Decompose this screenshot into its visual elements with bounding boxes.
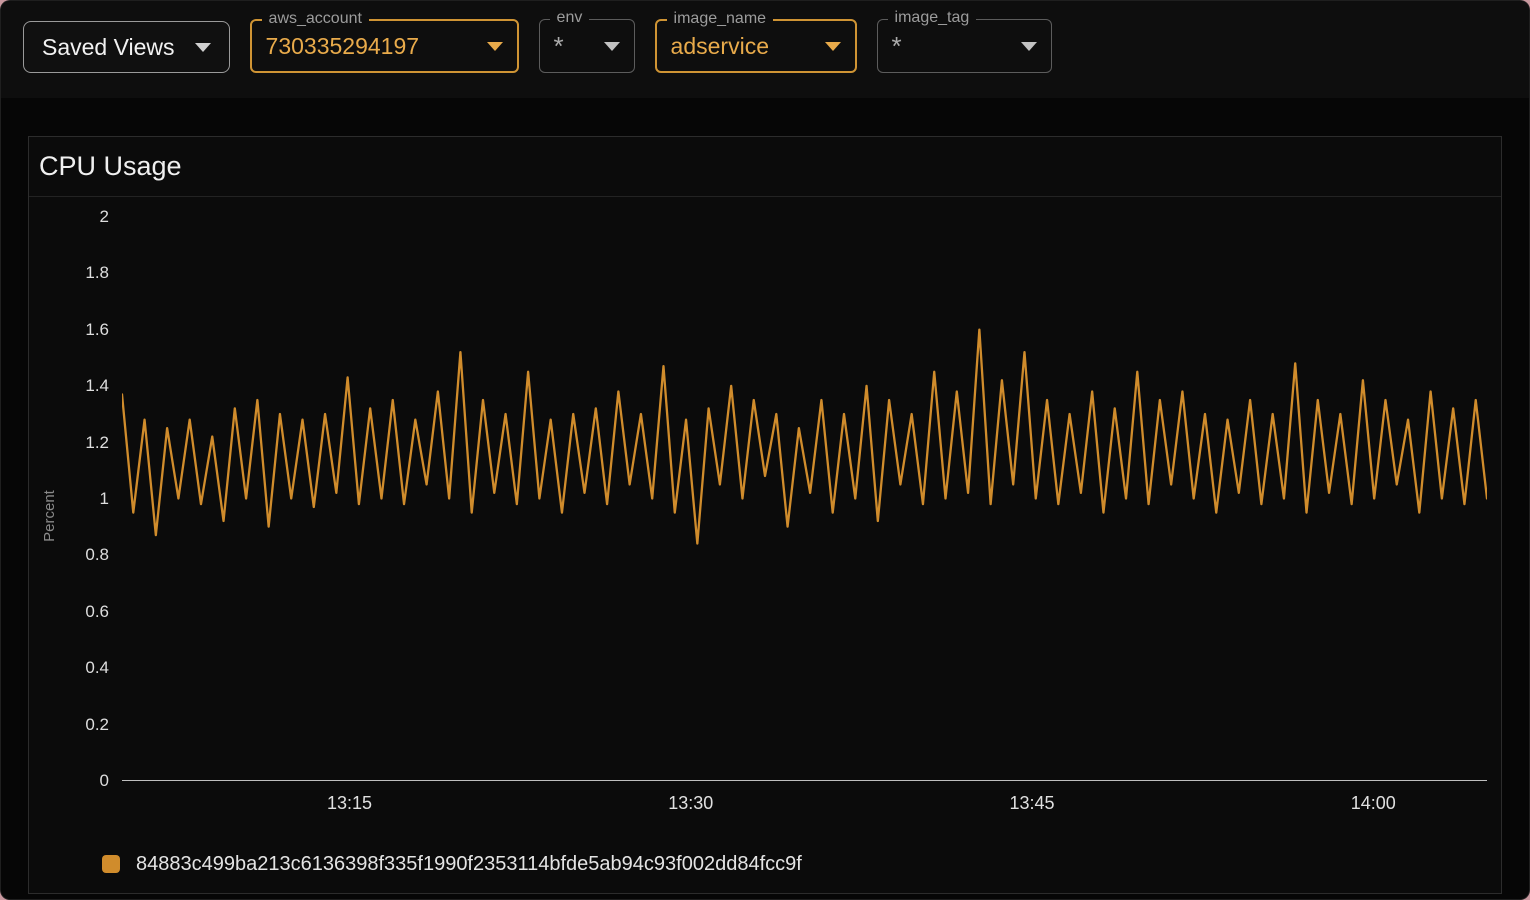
- y-tick-label: 1.4: [85, 376, 109, 396]
- x-axis-ticks: 13:15 13:30 13:45 14:00: [122, 793, 1487, 819]
- filter-image-name-value: adservice: [670, 32, 769, 59]
- filter-toolbar: Saved Views aws_account 730335294197 env…: [1, 1, 1529, 98]
- y-tick-label: 2: [99, 207, 109, 226]
- x-tick-label: 13:30: [668, 793, 714, 813]
- y-tick-label: 0.6: [85, 601, 109, 621]
- cpu-usage-panel: CPU Usage Percent 0 0.2 0.4 0.6 0.8 1 1.2 1.4 1.…: [28, 136, 1502, 894]
- y-tick-label: 0.4: [85, 658, 109, 678]
- filter-image-name[interactable]: image_name adservice: [654, 10, 857, 73]
- x-tick-label: 13:45: [1009, 793, 1055, 813]
- x-tick-label: 13:15: [326, 793, 373, 813]
- cpu-usage-chart: Percent 0 0.2 0.4 0.6 0.8 1 1.2 1.4 1.6 1.8 2 13:1…: [29, 197, 1501, 835]
- chevron-down-icon: [1020, 41, 1037, 51]
- chevron-down-icon: [824, 41, 841, 51]
- saved-views-label: Saved Views: [42, 33, 175, 60]
- y-tick-label: 0: [99, 771, 109, 790]
- chevron-down-icon: [603, 41, 620, 51]
- chevron-down-icon: [486, 41, 503, 51]
- legend-label[interactable]: 84883c499ba213c6136398f335f1990f2353114b…: [136, 853, 802, 876]
- plot-area[interactable]: [122, 217, 1487, 781]
- series-line: [122, 330, 1487, 544]
- saved-views-dropdown[interactable]: Saved Views: [23, 21, 230, 73]
- filter-image-name-label: image_name: [666, 10, 774, 28]
- filter-env-label: env: [549, 9, 590, 27]
- legend: 84883c499ba213c6136398f335f1990f2353114b…: [29, 835, 1501, 893]
- y-tick-label: 1.6: [85, 319, 109, 339]
- panel-title: CPU Usage: [39, 151, 182, 181]
- filter-image-tag-label: image_tag: [887, 9, 977, 27]
- filter-image-tag[interactable]: image_tag *: [876, 9, 1052, 73]
- y-tick-label: 1: [99, 489, 109, 508]
- y-tick-label: 0.8: [85, 545, 109, 565]
- filter-env[interactable]: env *: [538, 9, 635, 73]
- app-window: Saved Views aws_account 730335294197 env…: [0, 0, 1530, 900]
- filter-aws-account-label: aws_account: [261, 10, 369, 28]
- filter-env-value: *: [553, 31, 564, 61]
- y-tick-label: 1.2: [85, 432, 109, 452]
- filter-aws-account-value: 730335294197: [265, 32, 420, 59]
- x-tick-label: 14:00: [1350, 793, 1396, 813]
- panel-header: CPU Usage: [29, 137, 1501, 197]
- filter-aws-account[interactable]: aws_account 730335294197: [249, 10, 519, 73]
- y-tick-label: 1.8: [85, 263, 109, 283]
- filter-image-tag-value: *: [891, 31, 902, 61]
- y-tick-label: 0.2: [85, 714, 109, 734]
- legend-swatch[interactable]: [102, 855, 120, 873]
- y-axis-ticks: 0 0.2 0.4 0.6 0.8 1 1.2 1.4 1.6 1.8 2: [29, 207, 113, 790]
- chevron-down-icon: [194, 42, 211, 52]
